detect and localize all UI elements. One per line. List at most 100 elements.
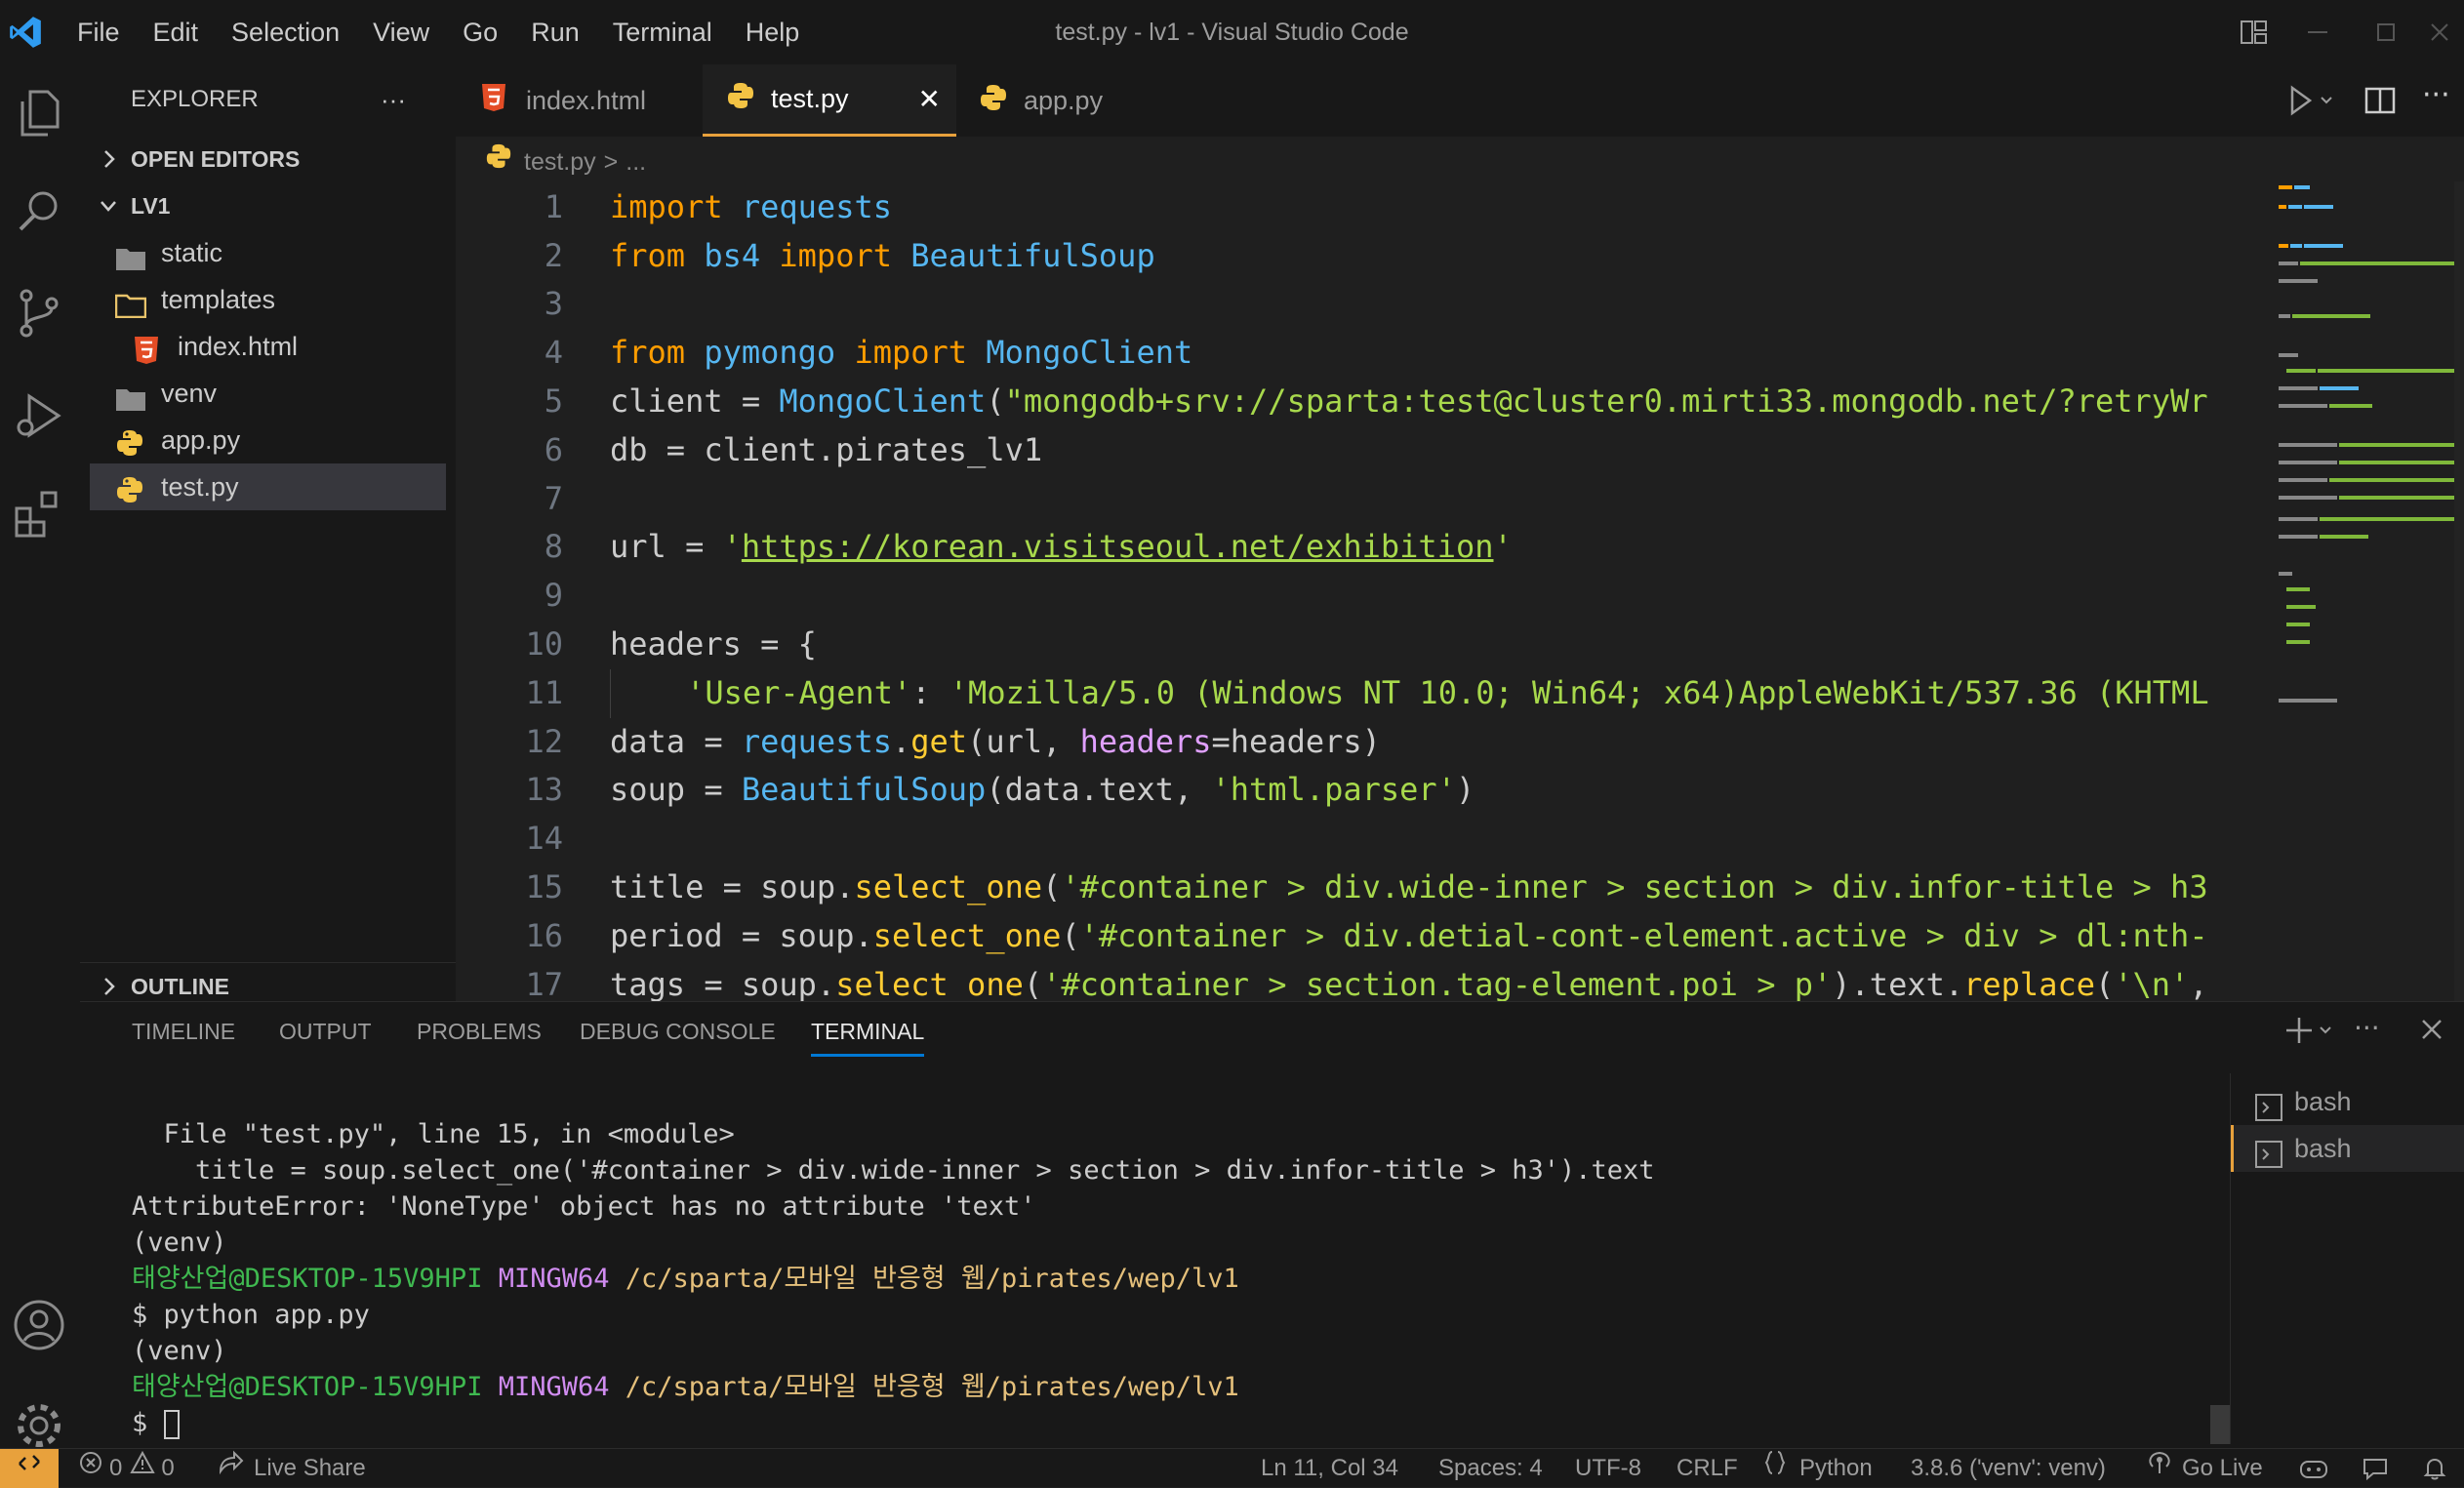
- tree-item-label: index.html: [178, 332, 299, 361]
- explorer-more-button[interactable]: ···: [381, 76, 420, 123]
- python-interpreter[interactable]: 3.8.6 ('venv': venv): [1911, 1449, 2106, 1488]
- menu-file[interactable]: File: [61, 0, 137, 64]
- encoding[interactable]: UTF-8: [1575, 1449, 1641, 1488]
- code-line[interactable]: soup = BeautifulSoup(data.text, 'html.pa…: [610, 766, 2279, 815]
- cursor-position[interactable]: Ln 11, Col 34: [1261, 1449, 1398, 1488]
- terminal-line: AttributeError: 'NoneType' object has no…: [132, 1191, 1036, 1222]
- python-icon: [979, 83, 1008, 119]
- code-line[interactable]: url = 'https://korean.visitseoul.net/exh…: [610, 523, 2279, 572]
- settings-gear-icon[interactable]: [10, 1396, 68, 1455]
- code-text: ,: [2189, 966, 2208, 1001]
- tree-item-test-py[interactable]: test.py: [90, 463, 446, 510]
- code-line[interactable]: period = soup.select_one('#container > d…: [610, 912, 2279, 961]
- menu-help[interactable]: Help: [729, 0, 817, 64]
- minimize-icon[interactable]: [2288, 0, 2347, 64]
- keyword: from: [610, 334, 686, 371]
- explorer-icon[interactable]: [10, 84, 68, 142]
- ws: [835, 334, 854, 371]
- remote-indicator[interactable]: [0, 1449, 59, 1488]
- maximize-icon[interactable]: [2357, 0, 2415, 64]
- python-icon: [115, 472, 144, 519]
- search-icon[interactable]: [10, 181, 68, 240]
- menu-selection[interactable]: Selection: [215, 0, 356, 64]
- open-editors-section[interactable]: OPEN EDITORS: [80, 136, 456, 182]
- breadcrumb-file[interactable]: test.py: [524, 142, 596, 181]
- tab-test-py[interactable]: test.py ✕: [703, 64, 956, 137]
- notifications-bell-icon[interactable]: [2422, 1449, 2447, 1488]
- terminal-scrollbar[interactable]: [2210, 1405, 2230, 1444]
- source-control-icon[interactable]: [10, 284, 68, 342]
- copilot-icon[interactable]: [2298, 1449, 2329, 1488]
- code-line[interactable]: client = MongoClient("mongodb+srv://spar…: [610, 378, 2279, 426]
- code-line[interactable]: db = client.pirates_lv1: [610, 426, 2279, 475]
- terminal-instance-bash[interactable]: bash: [2231, 1078, 2464, 1125]
- menu-terminal[interactable]: Terminal: [596, 0, 729, 64]
- warning-count: 0: [161, 1455, 175, 1481]
- minimap[interactable]: [2279, 181, 2464, 1001]
- run-debug-icon[interactable]: [10, 386, 68, 445]
- root-folder-label: LV1: [131, 193, 171, 219]
- code-line[interactable]: tags = soup.select_one('#container > sec…: [610, 961, 2279, 1001]
- code-line-current[interactable]: 'User-Agent': 'Mozilla/5.0 (Windows NT 1…: [610, 669, 2279, 718]
- layout-toggle-icon[interactable]: [2225, 0, 2283, 64]
- tree-item-venv[interactable]: venv: [80, 370, 456, 417]
- feedback-icon[interactable]: [2362, 1449, 2389, 1488]
- new-terminal-icon[interactable]: [2285, 1016, 2334, 1049]
- code-line[interactable]: data = requests.get(url, headers=headers…: [610, 718, 2279, 767]
- run-python-file-icon[interactable]: [2288, 84, 2337, 121]
- code-text: (: [1023, 966, 1043, 1001]
- close-tab-icon[interactable]: ✕: [918, 83, 941, 115]
- code-line[interactable]: from bs4 import BeautifulSoup: [610, 232, 2279, 281]
- live-share-button[interactable]: Live Share: [217, 1449, 366, 1488]
- prompt-env: MINGW64: [498, 1264, 610, 1294]
- close-panel-icon[interactable]: [2420, 1018, 2444, 1045]
- panel-tab-output[interactable]: OUTPUT: [279, 1002, 372, 1061]
- panel-tab-terminal[interactable]: TERMINAL: [811, 1002, 925, 1057]
- problems-indicator[interactable]: 0 0: [78, 1449, 175, 1488]
- code-line[interactable]: title = soup.select_one('#container > di…: [610, 864, 2279, 912]
- tab-index-html[interactable]: index.html: [465, 64, 709, 137]
- account-icon[interactable]: [10, 1296, 68, 1354]
- code-line[interactable]: from pymongo import MongoClient: [610, 329, 2279, 378]
- terminal-instance-bash-active[interactable]: bash: [2231, 1125, 2464, 1172]
- url-link[interactable]: https://korean.visitseoul.net/exhibition: [742, 528, 1494, 565]
- tree-item-templates[interactable]: templates: [80, 276, 456, 323]
- live-share-icon: [217, 1449, 244, 1488]
- extensions-icon[interactable]: [10, 484, 68, 543]
- language-mode[interactable]: Python: [1764, 1449, 1873, 1488]
- tree-item-index-html[interactable]: index.html: [80, 323, 456, 370]
- line-number: 17: [525, 966, 563, 1001]
- menu-view[interactable]: View: [356, 0, 446, 64]
- activity-bar: [0, 64, 80, 1448]
- code-line[interactable]: headers = {: [610, 621, 2279, 669]
- more-actions-icon[interactable]: ···: [2422, 78, 2450, 112]
- warning-icon: [130, 1449, 156, 1488]
- tree-item-app-py[interactable]: app.py: [80, 417, 456, 463]
- tree-item-static[interactable]: static: [80, 229, 456, 276]
- panel-tab-debug-console[interactable]: DEBUG CONSOLE: [580, 1002, 776, 1061]
- menu-go[interactable]: Go: [446, 0, 514, 64]
- terminal-line: $ python app.py: [132, 1300, 370, 1330]
- panel-tab-timeline[interactable]: TIMELINE: [132, 1002, 235, 1061]
- indentation[interactable]: Spaces: 4: [1438, 1449, 1543, 1488]
- menu-edit[interactable]: Edit: [137, 0, 216, 64]
- breadcrumb-symbol[interactable]: ...: [626, 142, 646, 181]
- code-text: (: [986, 382, 1005, 420]
- terminal-input-line[interactable]: $: [132, 1405, 180, 1441]
- go-live-button[interactable]: Go Live: [2147, 1449, 2263, 1488]
- code-text: tags = soup.: [610, 966, 836, 1001]
- editor-scrollbar[interactable]: [2454, 181, 2464, 1001]
- ws: [685, 334, 704, 371]
- code-line[interactable]: import requests: [610, 183, 2279, 232]
- ws: [685, 237, 704, 274]
- close-window-icon[interactable]: [2410, 0, 2464, 64]
- folder-root-lv1[interactable]: LV1: [80, 182, 456, 229]
- line-number: 1: [544, 188, 563, 225]
- menu-run[interactable]: Run: [514, 0, 596, 64]
- panel-tab-problems[interactable]: PROBLEMS: [417, 1002, 542, 1061]
- split-editor-icon[interactable]: [2363, 84, 2397, 121]
- line-ending[interactable]: CRLF: [1676, 1449, 1738, 1488]
- panel-more-icon[interactable]: ···: [2354, 1012, 2380, 1044]
- tab-app-py[interactable]: app.py: [973, 64, 1188, 137]
- function-name: select_one: [872, 917, 1062, 954]
